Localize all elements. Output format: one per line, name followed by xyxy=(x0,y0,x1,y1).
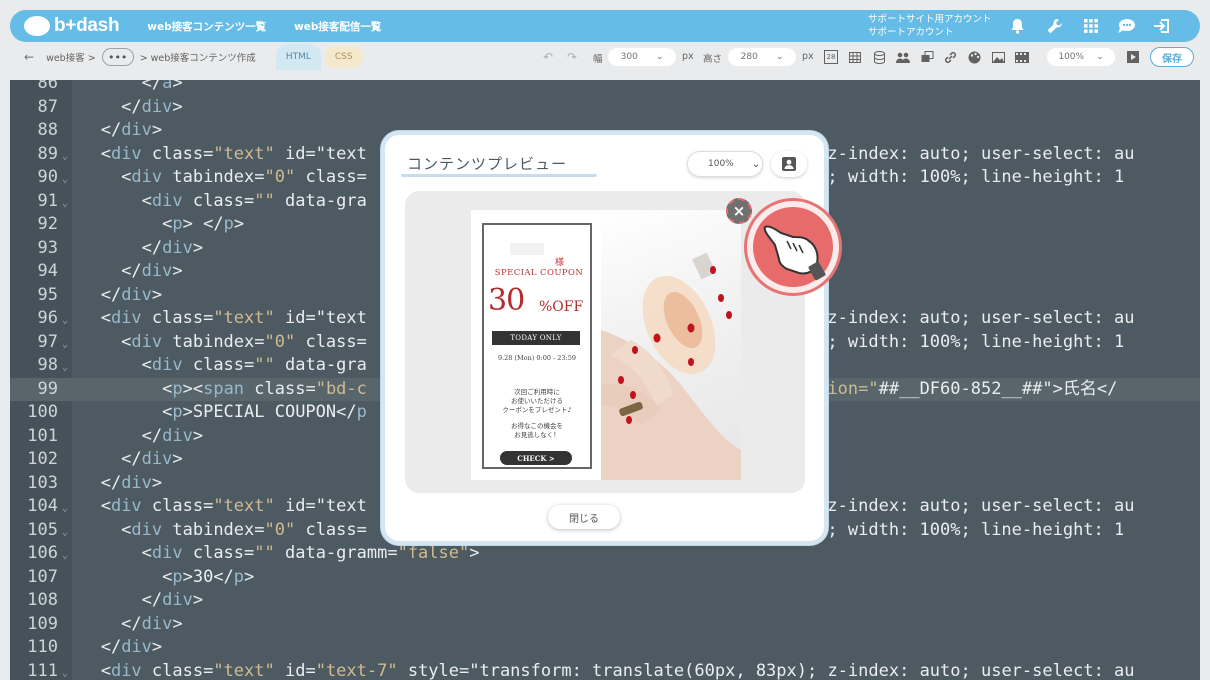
coupon-msg-2a: お得なこの機会を xyxy=(511,422,563,430)
coupon-msg-1a: 次回ご利用時に xyxy=(514,388,560,396)
today-only-badge: TODAY ONLY xyxy=(492,331,580,345)
name-placeholder xyxy=(510,243,544,255)
chevron-down-icon: ⌄ xyxy=(751,158,761,170)
modal-title: コンテンツプレビュー xyxy=(407,155,568,173)
content-preview-modal: コンテンツプレビュー 100% ⌄ 様 SPECIAL COUPON 30 %O… xyxy=(381,131,828,545)
coupon-msg-1c: クーポンをプレゼント♪ xyxy=(502,406,572,414)
close-x-icon[interactable]: × xyxy=(726,198,752,224)
coupon-percent: 30 xyxy=(488,283,525,318)
close-button[interactable]: 閉じる xyxy=(548,505,620,529)
coupon-date: 9.28 (Mon) 0:00 - 23:59 xyxy=(497,354,577,362)
coupon-popup: 様 SPECIAL COUPON 30 %OFF TODAY ONLY 9.28… xyxy=(471,210,741,480)
preview-zoom-value: 100% xyxy=(708,159,734,169)
coupon-special: SPECIAL COUPON xyxy=(494,268,584,278)
coupon-sama: 様 xyxy=(554,258,564,268)
title-underline xyxy=(401,174,597,177)
coupon-frame: 様 SPECIAL COUPON 30 %OFF TODAY ONLY 9.28… xyxy=(482,223,592,469)
coupon-msg-1b: お使いいただける xyxy=(511,397,563,405)
coupon-check-button[interactable]: CHECK > xyxy=(500,451,572,465)
tap-pointer-icon xyxy=(744,198,842,296)
app-frame: b+dash web接客コンテンツ一覧 web接客配信一覧 サポートサイト用アカ… xyxy=(0,0,1210,680)
coupon-off: %OFF xyxy=(539,299,584,315)
coupon-msg-2b: お見逃しなく！ xyxy=(514,431,560,439)
preview-zoom-select[interactable]: 100% ⌄ xyxy=(687,151,763,177)
perfume-hand-photo xyxy=(601,210,741,480)
user-profile-icon[interactable] xyxy=(771,151,807,177)
pointer-hand-icon xyxy=(753,207,833,287)
